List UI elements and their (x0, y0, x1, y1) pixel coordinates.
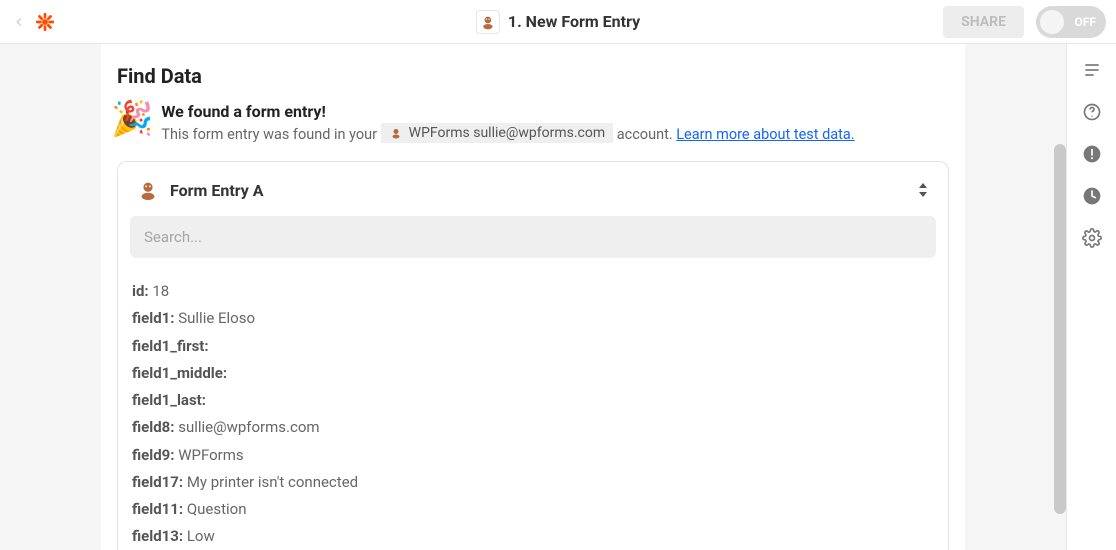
field-key: field11: (132, 500, 183, 518)
found-heading: We found a form entry! (161, 102, 854, 121)
field-value: sullie@wpforms.com (175, 418, 320, 436)
entry-title: Form Entry A (170, 181, 264, 200)
share-button[interactable]: SHARE (943, 6, 1024, 38)
field-key: field1_middle: (132, 364, 227, 382)
field-key: field1_first: (132, 337, 209, 355)
page-title: 1. New Form Entry (508, 12, 640, 31)
field-value: 18 (149, 282, 170, 300)
field-row: field17: My printer isn't connected (132, 471, 934, 494)
field-row: field1_first: (132, 335, 934, 358)
scrollbar[interactable] (1052, 44, 1066, 550)
account-chip-text: WPForms sullie@wpforms.com (409, 125, 605, 141)
field-value: Low (183, 527, 215, 545)
field-value: Question (183, 500, 246, 518)
field-key: field1_last: (132, 391, 206, 409)
entry-header-left: Form Entry A (136, 178, 264, 202)
found-text-block: We found a form entry! This form entry w… (161, 102, 854, 143)
toggle-enabled[interactable]: OFF (1036, 6, 1106, 38)
found-subtext: This form entry was found in your WPForm… (161, 123, 854, 143)
field-row: field1_last: (132, 389, 934, 412)
field-row: field1_middle: (132, 362, 934, 385)
search-input[interactable] (130, 216, 936, 258)
learn-more-link[interactable]: Learn more about test data. (676, 126, 854, 143)
field-key: id: (132, 282, 149, 300)
clock-icon[interactable] (1080, 184, 1104, 208)
toggle-knob (1040, 10, 1064, 34)
editor-panel: Find Data 🎉 We found a form entry! This … (101, 44, 965, 550)
scrollbar-thumb[interactable] (1054, 144, 1066, 514)
field-row: field8: sullie@wpforms.com (132, 416, 934, 439)
account-chip: WPForms sullie@wpforms.com (381, 123, 613, 143)
contents-icon[interactable] (1080, 58, 1104, 82)
gear-icon[interactable] (1080, 226, 1104, 250)
field-row: field13: Low (132, 525, 934, 548)
entry-card-header[interactable]: Form Entry A (118, 162, 948, 216)
help-icon[interactable] (1080, 100, 1104, 124)
entry-card: Form Entry A id: 18field1: Sullie Elosof… (117, 161, 949, 550)
toggle-label: OFF (1075, 15, 1096, 29)
field-key: field8: (132, 418, 175, 436)
field-row: field9: WPForms (132, 444, 934, 467)
zapier-logo-icon[interactable] (34, 11, 56, 33)
field-row: id: 18 (132, 280, 934, 303)
field-key: field13: (132, 527, 183, 545)
party-popper-icon: 🎉 (111, 102, 153, 136)
field-value: My printer isn't connected (183, 473, 358, 491)
section-title: Find Data (117, 64, 965, 88)
alert-icon[interactable] (1080, 142, 1104, 166)
field-key: field17: (132, 473, 183, 491)
wpforms-icon (136, 178, 160, 202)
right-rail (1066, 44, 1116, 550)
main-stage: Find Data 🎉 We found a form entry! This … (0, 44, 1066, 550)
field-row: field11: Question (132, 498, 934, 521)
wpforms-icon (389, 126, 403, 140)
header-left (10, 11, 56, 33)
wpforms-icon (476, 10, 500, 34)
found-sub-post: account. (613, 126, 676, 143)
field-key: field9: (132, 446, 175, 464)
app-header: 1. New Form Entry SHARE OFF (0, 0, 1116, 44)
header-right: SHARE OFF (943, 6, 1106, 38)
found-sub-pre: This form entry was found in your (161, 126, 380, 143)
field-row: field1: Sullie Eloso (132, 307, 934, 330)
chevron-left-icon[interactable] (10, 13, 28, 31)
fields-list: id: 18field1: Sullie Elosofield1_first: … (118, 266, 948, 550)
field-key: field1: (132, 309, 175, 327)
field-value: WPForms (175, 446, 244, 464)
sort-updown-icon[interactable] (916, 183, 930, 197)
search-row (118, 216, 948, 266)
header-center: 1. New Form Entry (476, 10, 640, 34)
field-value: Sullie Eloso (175, 309, 256, 327)
found-data-banner: 🎉 We found a form entry! This form entry… (111, 102, 965, 143)
